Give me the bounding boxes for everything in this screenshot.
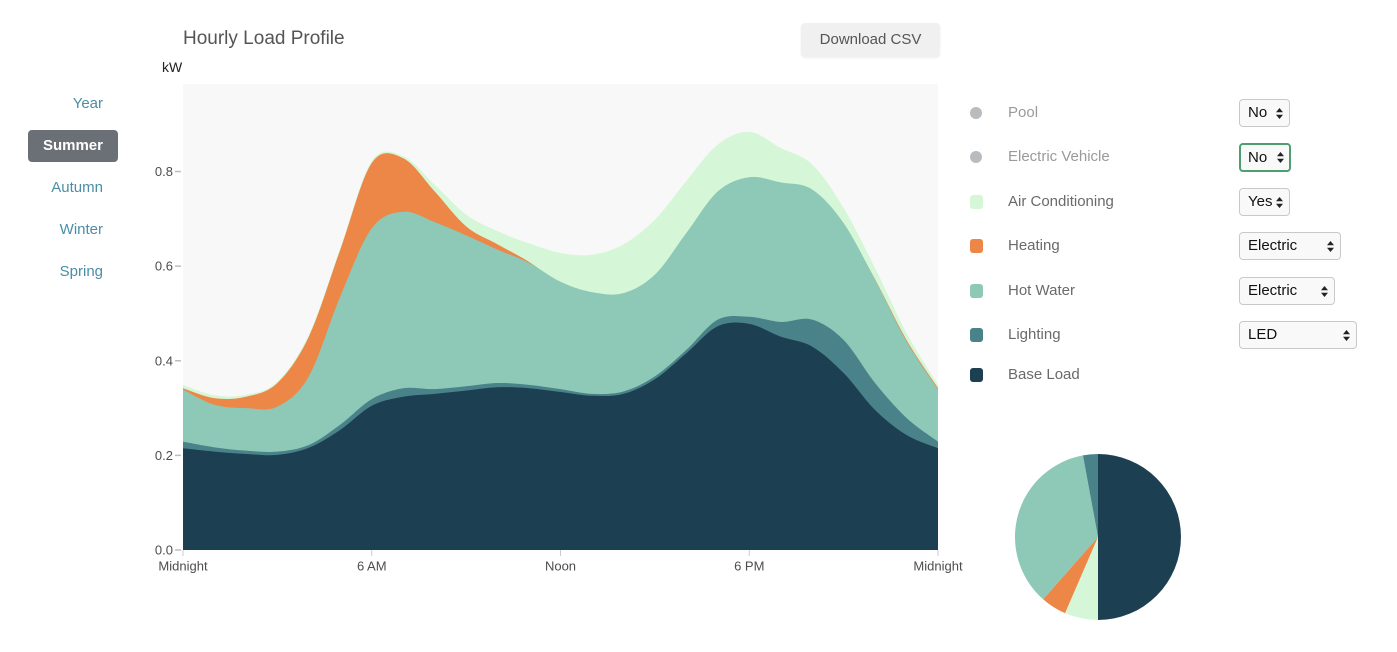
heating-select-value: Electric — [1248, 237, 1298, 254]
heating-marker-icon — [970, 239, 983, 253]
legend-label-pool: Pool — [1008, 104, 1039, 121]
lighting-marker-icon — [970, 328, 983, 342]
hot-water-select[interactable]: Electric — [1239, 277, 1335, 305]
select-arrows-icon — [1276, 197, 1283, 208]
legend-item-pool: Pool No — [965, 99, 1365, 127]
hot-water-marker-icon — [970, 284, 983, 298]
download-csv-button[interactable]: Download CSV — [801, 23, 940, 57]
electric-vehicle-marker-icon — [970, 151, 982, 163]
legend-item-air-conditioning: Air Conditioning Yes — [965, 188, 1365, 216]
legend-label-air-conditioning: Air Conditioning — [1008, 193, 1114, 210]
electric-vehicle-select[interactable]: No — [1239, 143, 1291, 172]
x-axis: Midnight 6 AM Noon 6 PM Midnight — [158, 550, 963, 574]
nav-item-winter[interactable]: Winter — [28, 214, 118, 246]
pie-slice-base-load — [1098, 454, 1181, 620]
y-axis: 0.0 0.2 0.4 0.6 0.8 — [155, 164, 181, 558]
y-tick-label: 0.6 — [155, 259, 173, 274]
air-conditioning-marker-icon — [970, 195, 983, 209]
pool-select[interactable]: No — [1239, 99, 1290, 127]
x-tick-label: 6 AM — [357, 559, 387, 574]
legend-item-hot-water: Hot Water Electric — [965, 277, 1365, 305]
legend-label-heating: Heating — [1008, 237, 1060, 254]
y-tick-label: 0.0 — [155, 543, 173, 558]
electric-vehicle-select-value: No — [1248, 149, 1268, 166]
lighting-select[interactable]: LED — [1239, 321, 1357, 349]
legend-item-lighting: Lighting LED — [965, 321, 1365, 349]
select-arrows-icon — [1343, 330, 1350, 341]
legend-item-base-load: Base Load — [965, 361, 1365, 389]
y-tick-label: 0.2 — [155, 448, 173, 463]
legend-label-base-load: Base Load — [1008, 366, 1080, 383]
y-tick-label: 0.4 — [155, 353, 173, 368]
select-arrows-icon — [1321, 286, 1328, 297]
pool-marker-icon — [970, 107, 982, 119]
x-tick-label: 6 PM — [734, 559, 764, 574]
lighting-select-value: LED — [1248, 326, 1278, 343]
select-arrows-icon — [1327, 241, 1334, 252]
heating-select[interactable]: Electric — [1239, 232, 1341, 260]
nav-item-summer[interactable]: Summer — [28, 130, 118, 162]
pool-select-value: No — [1248, 104, 1268, 121]
legend-label-hot-water: Hot Water — [1008, 282, 1075, 299]
select-arrows-icon — [1277, 152, 1284, 163]
legend-item-electric-vehicle: Electric Vehicle No — [965, 143, 1365, 172]
air-conditioning-select[interactable]: Yes — [1239, 188, 1290, 216]
x-tick-label: Midnight — [158, 559, 208, 574]
base-load-marker-icon — [970, 368, 983, 382]
x-tick-label: Noon — [545, 559, 576, 574]
select-arrows-icon — [1276, 108, 1283, 119]
y-axis-unit-label: kW — [162, 59, 183, 75]
air-conditioning-select-value: Yes — [1248, 193, 1273, 210]
nav-item-autumn[interactable]: Autumn — [28, 172, 118, 204]
legend-label-lighting: Lighting — [1008, 326, 1061, 343]
legend-item-heating: Heating Electric — [965, 232, 1365, 260]
nav-item-year[interactable]: Year — [28, 88, 118, 120]
legend-label-electric-vehicle: Electric Vehicle — [1008, 148, 1110, 165]
x-tick-label: Midnight — [913, 559, 963, 574]
hot-water-select-value: Electric — [1248, 282, 1298, 299]
season-nav: Year Summer Autumn Winter Spring — [28, 88, 118, 298]
nav-item-spring[interactable]: Spring — [28, 256, 118, 288]
load-breakdown-pie-chart — [1014, 454, 1181, 620]
chart-title: Hourly Load Profile — [183, 28, 345, 49]
y-tick-label: 0.8 — [155, 164, 173, 179]
hourly-load-chart: 0.00.20.40.60.8Midnight 6 AM Noon 6 PM Midni… — [155, 84, 963, 574]
